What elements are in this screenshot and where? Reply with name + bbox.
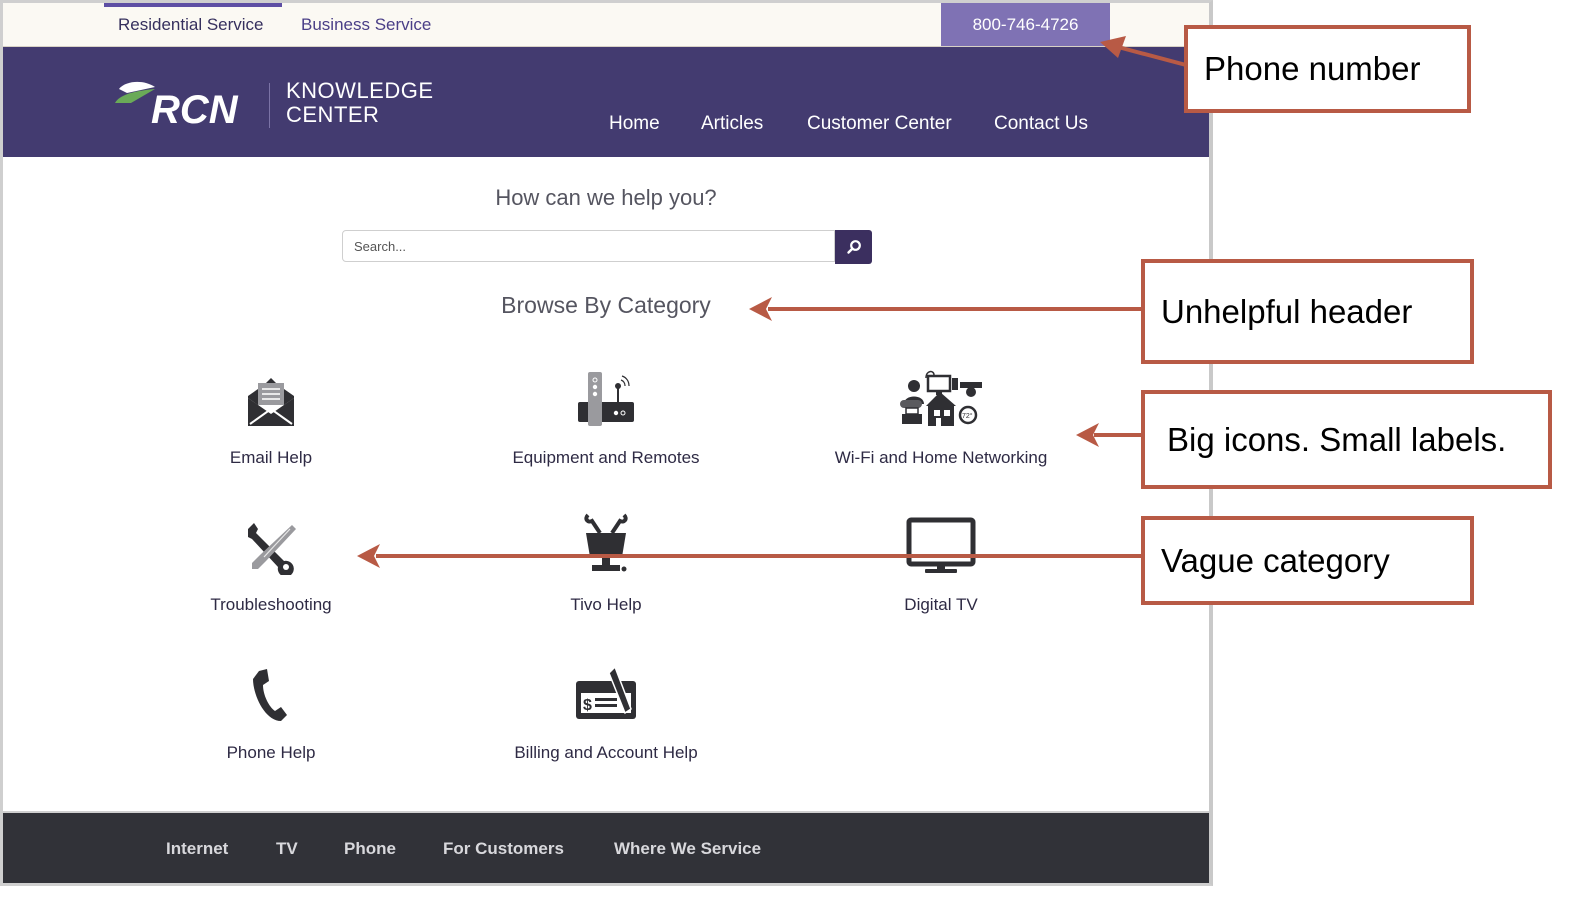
category-email-help[interactable]: Email Help (121, 358, 421, 468)
search-input[interactable] (342, 230, 835, 262)
footer-link-phone[interactable]: Phone (344, 839, 396, 859)
browse-by-category-heading: Browse By Category (501, 292, 711, 318)
category-troubleshooting[interactable]: Troubleshooting (121, 505, 421, 615)
search-icon (846, 240, 861, 254)
category-wifi-and-home-networking[interactable]: 72° Wi-Fi and Home Networking (791, 358, 1091, 468)
category-label: Equipment and Remotes (512, 448, 700, 467)
tab-residential-service[interactable]: Residential Service (118, 3, 264, 46)
nav-home[interactable]: Home (609, 113, 660, 135)
footer-link-internet[interactable]: Internet (166, 839, 228, 859)
tools-icon (248, 523, 296, 575)
annotation-vague-category: Vague category (1141, 516, 1474, 605)
nav-articles[interactable]: Articles (701, 113, 763, 135)
check-pen-icon: $ (576, 665, 636, 719)
tab-business-service[interactable]: Business Service (301, 3, 431, 46)
logo-divider (269, 83, 270, 128)
category-billing-and-account-help[interactable]: $ Billing and Account Help (456, 653, 756, 763)
nav-customer-center[interactable]: Customer Center (807, 113, 952, 135)
annotation-phone-number: Phone number (1184, 25, 1471, 113)
category-digital-tv[interactable]: Digital TV (791, 505, 1091, 615)
knowledge-center-title: KNOWLEDGE CENTER (286, 79, 434, 127)
phone-number-link[interactable]: 800-746-4726 (941, 3, 1110, 46)
tivo-icon (584, 513, 628, 572)
site-header: RCN KNOWLEDGE CENTER Home Articles Custo… (3, 47, 1209, 157)
category-label: Troubleshooting (210, 595, 332, 614)
phone-icon (253, 669, 287, 721)
category-label: Billing and Account Help (514, 743, 698, 762)
category-label: Tivo Help (570, 595, 642, 614)
category-label: Wi-Fi and Home Networking (834, 448, 1048, 467)
footer-link-where-we-service[interactable]: Where We Service (614, 839, 761, 859)
service-topbar: Residential Service Business Service 800… (3, 3, 1209, 47)
browser-page: Residential Service Business Service 800… (0, 0, 1213, 886)
title-line-2: CENTER (286, 102, 380, 127)
category-phone-help[interactable]: Phone Help (121, 653, 421, 763)
svg-text:$: $ (583, 697, 592, 714)
footer-link-for-customers[interactable]: For Customers (443, 839, 564, 859)
search-button[interactable] (835, 230, 872, 264)
home-network-icon: 72° (900, 370, 982, 426)
router-icon (578, 372, 634, 426)
search-bar (342, 230, 872, 264)
category-label: Digital TV (904, 595, 978, 614)
svg-text:72°: 72° (962, 412, 973, 420)
annotation-unhelpful-header: Unhelpful header (1141, 259, 1474, 364)
logo-text: RCN (151, 88, 239, 127)
envelope-icon (248, 378, 294, 426)
site-footer: Internet TV Phone For Customers Where We… (3, 811, 1209, 883)
category-label: Phone Help (226, 743, 316, 762)
category-equipment-and-remotes[interactable]: Equipment and Remotes (456, 358, 756, 468)
nav-contact-us[interactable]: Contact Us (994, 113, 1088, 135)
title-line-1: KNOWLEDGE (286, 78, 434, 103)
monitor-icon (906, 517, 976, 573)
annotation-big-icons-small-labels: Big icons. Small labels. (1141, 390, 1552, 489)
category-label: Email Help (229, 448, 313, 467)
footer-link-tv[interactable]: TV (276, 839, 298, 859)
category-tivo-help[interactable]: Tivo Help (456, 505, 756, 615)
help-question: How can we help you? (495, 185, 717, 210)
rcn-logo[interactable]: RCN (115, 77, 255, 132)
